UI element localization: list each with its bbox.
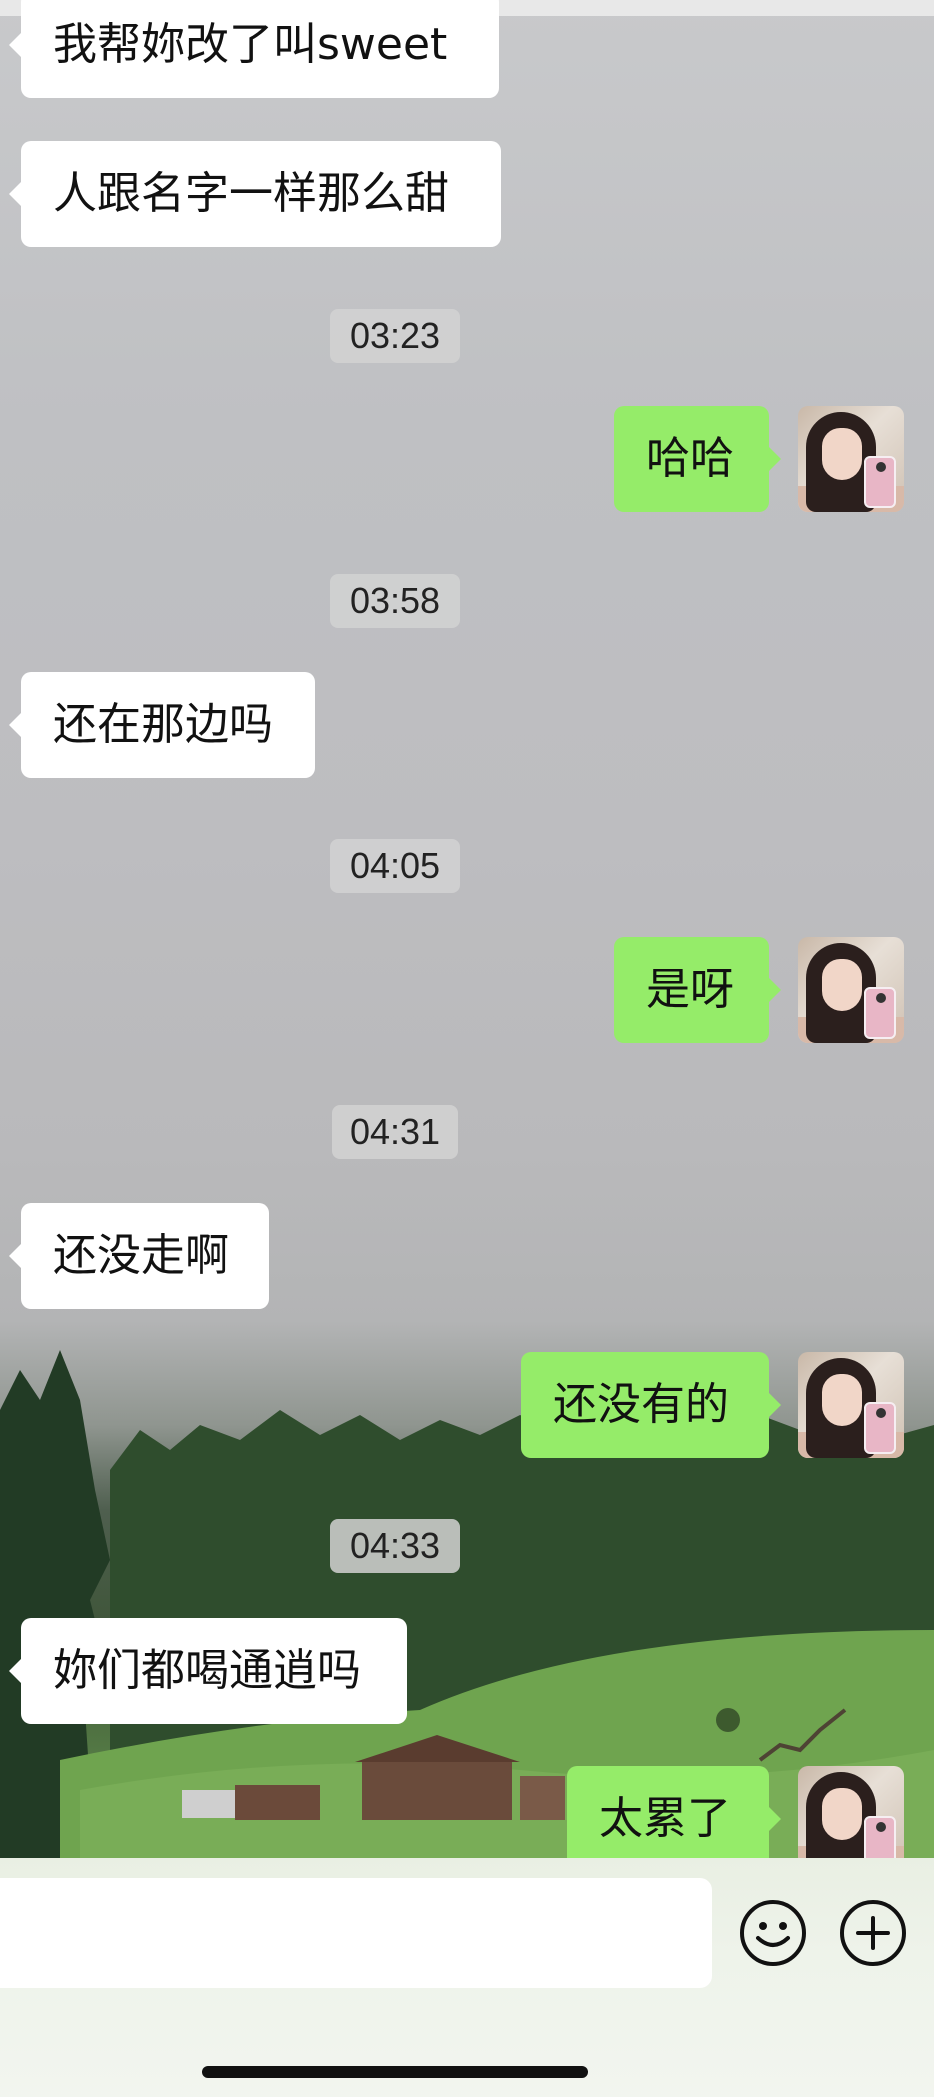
timestamp: 04:05 xyxy=(330,839,460,893)
message-bubble-incoming[interactable]: 我帮妳改了叫sweet xyxy=(9,0,499,98)
timestamp: 03:23 xyxy=(330,309,460,363)
plus-icon[interactable] xyxy=(838,1898,908,1968)
message-input[interactable] xyxy=(0,1878,712,1988)
message-bubble-outgoing[interactable]: 还没有的 xyxy=(521,1352,781,1458)
user-avatar[interactable] xyxy=(798,406,904,512)
message-bubble-incoming[interactable]: 妳们都喝通逍吗 xyxy=(9,1618,407,1724)
user-avatar[interactable] xyxy=(798,1766,904,1858)
message-text: 太累了 xyxy=(599,1793,731,1844)
user-avatar[interactable] xyxy=(798,937,904,1043)
timestamp: 04:33 xyxy=(330,1519,460,1573)
message-bubble-outgoing[interactable]: 哈哈 xyxy=(614,406,781,512)
emoji-icon[interactable] xyxy=(738,1898,808,1968)
message-text: 妳们都喝通逍吗 xyxy=(53,1645,361,1696)
message-bubble-incoming[interactable]: 还在那边吗 xyxy=(9,672,315,778)
home-indicator[interactable] xyxy=(202,2066,588,2078)
user-avatar[interactable] xyxy=(798,1352,904,1458)
message-bubble-outgoing[interactable]: 是呀 xyxy=(614,937,781,1043)
message-text: 还没走啊 xyxy=(53,1230,229,1281)
message-text: 人跟名字一样那么甜 xyxy=(53,168,449,219)
message-list[interactable]: 我帮妳改了叫sweet 人跟名字一样那么甜 03:23 哈哈 03:58 还在那… xyxy=(0,0,934,1858)
timestamp: 04:31 xyxy=(332,1105,458,1159)
message-bubble-incoming[interactable]: 还没走啊 xyxy=(9,1203,269,1309)
message-text: 还在那边吗 xyxy=(53,699,273,750)
message-text: 我帮妳改了叫sweet xyxy=(53,19,448,70)
message-text: 还没有的 xyxy=(553,1379,729,1430)
message-bubble-incoming[interactable]: 人跟名字一样那么甜 xyxy=(9,141,501,247)
message-text: 哈哈 xyxy=(646,433,734,484)
timestamp: 03:58 xyxy=(330,574,460,628)
message-bubble-outgoing[interactable]: 太累了 xyxy=(567,1766,781,1858)
message-text: 是呀 xyxy=(646,964,734,1015)
